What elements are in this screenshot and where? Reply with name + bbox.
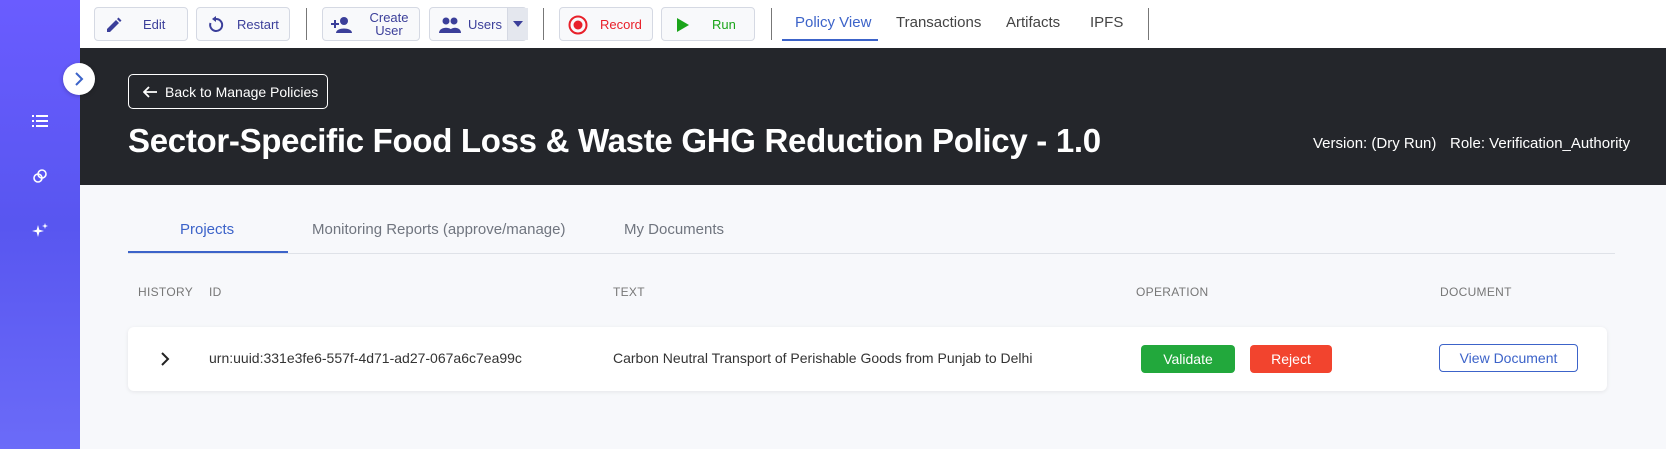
sparkle-icon[interactable] [27, 218, 53, 244]
toolbar-divider [306, 8, 307, 40]
play-icon [677, 18, 689, 32]
row-text: Carbon Neutral Transport of Perishable G… [613, 350, 1033, 366]
column-header-id: ID [209, 285, 222, 299]
toolbar-divider [771, 8, 772, 40]
column-header-history: HISTORY [138, 285, 194, 299]
create-user-label: Create User [369, 10, 409, 38]
policy-header [80, 48, 1666, 185]
tabs-divider [128, 253, 1615, 254]
users-dropdown-button[interactable]: Users [429, 7, 528, 41]
run-label: Run [712, 17, 736, 32]
view-document-button[interactable]: View Document [1439, 344, 1578, 372]
link-icon[interactable] [27, 163, 53, 189]
record-label: Record [600, 17, 642, 32]
version-label: Version: (Dry Run) [1313, 135, 1437, 152]
users-icon [439, 17, 461, 33]
tab-projects[interactable]: Projects [180, 221, 234, 238]
restart-button[interactable]: Restart [196, 7, 290, 41]
validate-button[interactable]: Validate [1141, 345, 1235, 373]
back-label: Back to Manage Policies [165, 83, 319, 100]
tab-my-documents[interactable]: My Documents [624, 221, 724, 238]
arrow-left-icon [143, 85, 157, 98]
row-id: urn:uuid:331e3fe6-557f-4d71-ad27-067a6c7… [209, 350, 522, 366]
record-icon [568, 15, 588, 35]
create-user-button[interactable]: Create User [322, 7, 420, 41]
run-button[interactable]: Run [661, 7, 755, 41]
sidebar-expand-button[interactable] [63, 63, 95, 95]
toolbar-divider [1148, 8, 1149, 40]
chevron-right-icon [161, 352, 170, 366]
list-icon[interactable] [27, 108, 53, 134]
tab-policy-view[interactable]: Policy View [795, 14, 871, 31]
add-user-icon [331, 17, 352, 33]
record-button[interactable]: Record [559, 7, 653, 41]
expand-history-button[interactable] [155, 350, 175, 368]
active-tab-underline [128, 251, 288, 253]
tab-monitoring-reports[interactable]: Monitoring Reports (approve/manage) [312, 221, 565, 238]
back-button[interactable]: Back to Manage Policies [128, 74, 328, 109]
page-title: Sector-Specific Food Loss & Waste GHG Re… [128, 122, 1101, 159]
column-header-document: DOCUMENT [1440, 285, 1512, 299]
column-header-text: TEXT [613, 285, 645, 299]
edit-button[interactable]: Edit [94, 7, 188, 41]
policy-tab-underline [782, 39, 878, 41]
edit-label: Edit [143, 17, 166, 32]
chevron-right-icon [75, 72, 84, 86]
caret-down-icon [513, 21, 523, 27]
users-label: Users [468, 17, 502, 32]
users-dropdown-toggle[interactable] [507, 8, 528, 40]
column-header-operation: OPERATION [1136, 285, 1209, 299]
restart-label: Restart [237, 17, 279, 32]
toolbar-divider [543, 8, 544, 40]
tab-ipfs[interactable]: IPFS [1090, 14, 1123, 31]
restart-icon [209, 16, 224, 32]
tab-artifacts[interactable]: Artifacts [1006, 14, 1060, 31]
pencil-icon [107, 17, 122, 32]
reject-button[interactable]: Reject [1250, 345, 1332, 373]
role-label: Role: Verification_Authority [1450, 135, 1631, 152]
tab-transactions[interactable]: Transactions [896, 14, 981, 31]
